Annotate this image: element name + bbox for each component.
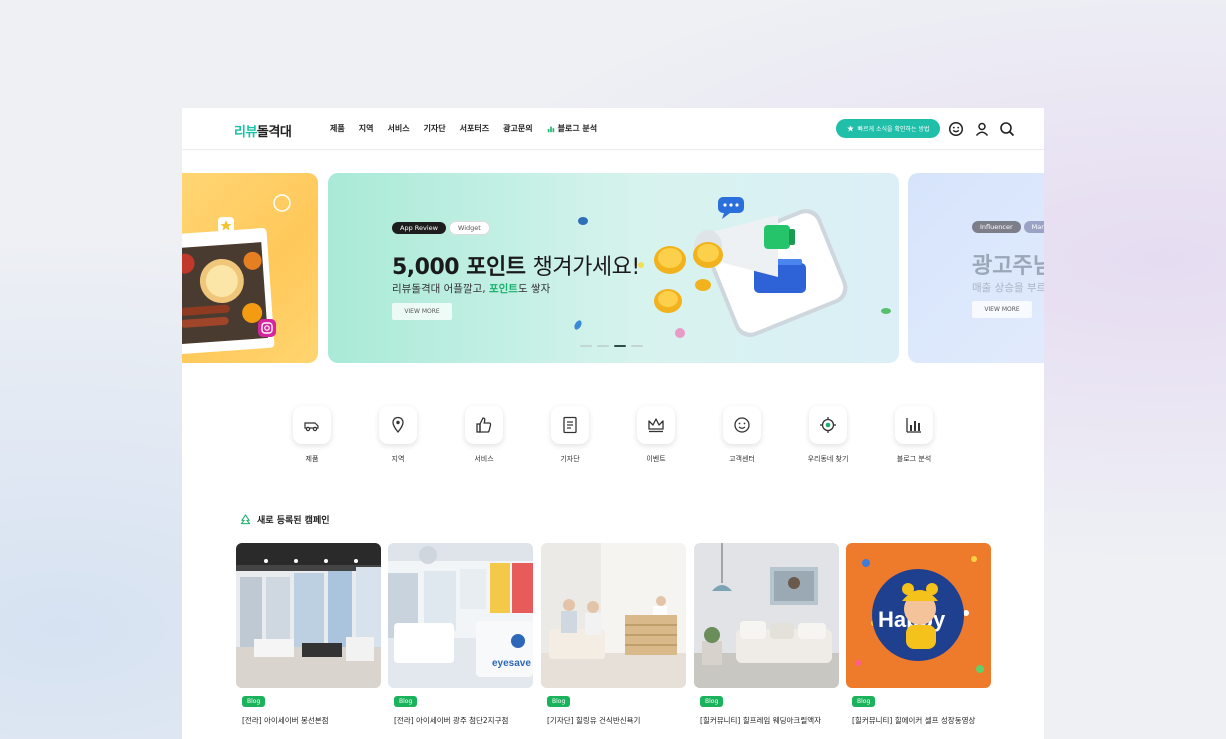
campaign-title: [힐커뮤니티] 힐에이커 셀프 성장동영상	[852, 716, 976, 725]
bar-chart-icon	[547, 126, 554, 132]
bar-chart-icon	[906, 418, 921, 433]
site-header: 리뷰돌격대 제품 지역 서비스 기자단 서포터즈 광고문의 블로그 분석 빠르게…	[182, 108, 1044, 150]
campaign-card[interactable]: Blog [힐커뮤니티] 힐프레임 웨딩아크릴액자	[694, 543, 839, 726]
category-label: 이벤트	[646, 455, 666, 463]
banner-tags: App Review Widget	[392, 215, 493, 235]
campaign-card[interactable]: Blog [전라] 아이세이버 봉선본점	[236, 543, 381, 726]
category-reporter[interactable]: 기자단	[540, 406, 600, 464]
category-service[interactable]: 서비스	[454, 406, 514, 464]
category-label: 블로그 분석	[896, 455, 932, 463]
notice-button-label: 빠르게 소식을 확인하는 방법	[857, 126, 930, 133]
category-label: 지역	[391, 455, 405, 463]
truck-icon	[304, 422, 319, 432]
category-neighborhood[interactable]: 우리동네 찾기	[798, 406, 858, 464]
category-event[interactable]: 이벤트	[626, 406, 686, 464]
crown-icon	[648, 418, 664, 433]
document-icon	[563, 416, 577, 434]
campaign-image: Happy	[846, 543, 991, 688]
campaign-badge: Blog	[242, 696, 266, 707]
banner-next-subtitle: 매출 상승을 부르	[972, 282, 1044, 294]
logo[interactable]: 리뷰돌격대	[234, 121, 292, 140]
section-title-label: 새로 등록된 캠페인	[257, 516, 330, 526]
banner-previous[interactable]	[182, 173, 318, 363]
tag-marketing: Marke	[1023, 221, 1044, 233]
category-support[interactable]: 고객센터	[712, 406, 772, 464]
banner-next-title: 광고주님	[972, 254, 1044, 279]
view-more-button-next[interactable]: VIEW MORE	[972, 301, 1032, 318]
view-more-button[interactable]: VIEW MORE	[392, 303, 452, 320]
category-region[interactable]: 지역	[368, 406, 428, 464]
category-service-box	[465, 406, 503, 444]
category-support-box	[723, 406, 761, 444]
category-region-box	[379, 406, 417, 444]
campaign-title: [전라] 아이세이버 광주 첨단2지구점	[394, 716, 509, 725]
carousel-dot[interactable]	[631, 345, 643, 347]
category-neighborhood-box	[809, 406, 847, 444]
campaign-card[interactable]: Happy Blog [힐커뮤니티] 힐에이커 셀프 성장동영상	[846, 543, 991, 726]
category-blog-analysis-box	[895, 406, 933, 444]
category-label: 제품	[305, 455, 319, 463]
carousel-pagination	[580, 345, 643, 347]
tag-app-review: App Review	[392, 222, 446, 234]
category-event-box	[637, 406, 675, 444]
carousel-dot[interactable]	[597, 345, 609, 347]
campaign-title: [힐커뮤니티] 힐프레임 웨딩아크릴액자	[700, 716, 822, 725]
campaign-image	[541, 543, 686, 688]
section-title: 새로 등록된 캠페인	[240, 513, 330, 526]
category-label: 고객센터	[729, 455, 755, 463]
campaign-title: [전라] 아이세이버 봉선본점	[242, 716, 329, 725]
food-photo-card	[182, 194, 291, 355]
nav-item-ad-inquiry[interactable]: 광고문의	[503, 123, 532, 134]
smile-icon[interactable]	[948, 121, 964, 137]
nav-blog-label: 블로그 분석	[557, 124, 598, 133]
target-icon	[820, 417, 836, 433]
carousel-dot[interactable]	[580, 345, 592, 347]
campaign-card[interactable]: Blog [기자단] 힐링유 건식반신욕기	[541, 543, 686, 726]
main-nav: 제품 지역 서비스 기자단 서포터즈 광고문의 블로그 분석	[330, 123, 597, 134]
category-label: 우리동네 찾기	[807, 455, 849, 463]
campaign-image	[694, 543, 839, 688]
smile-icon	[734, 417, 750, 433]
banner-next-tags: InfluencerMarke	[972, 214, 1044, 233]
banner-next[interactable]: InfluencerMarke 광고주님 매출 상승을 부르 VIEW MORE	[908, 173, 1044, 363]
nav-item-blog-analysis[interactable]: 블로그 분석	[547, 123, 598, 134]
category-blog-analysis[interactable]: 블로그 분석	[884, 406, 944, 464]
nav-item-region[interactable]: 지역	[359, 123, 374, 134]
category-product-box	[293, 406, 331, 444]
notice-button[interactable]: 빠르게 소식을 확인하는 방법	[836, 119, 940, 138]
category-reporter-box	[551, 406, 589, 444]
nav-item-product[interactable]: 제품	[330, 123, 345, 134]
campaign-image	[236, 543, 381, 688]
category-label: 서비스	[474, 455, 494, 463]
nav-item-service[interactable]: 서비스	[387, 123, 409, 134]
nav-item-reporter[interactable]: 기자단	[424, 123, 446, 134]
user-icon[interactable]	[974, 121, 990, 137]
campaign-image: eyesave	[388, 543, 533, 688]
tree-icon	[240, 514, 251, 525]
tag-influencer: Influencer	[972, 221, 1021, 233]
nav-item-supporters[interactable]: 서포터즈	[460, 123, 489, 134]
svg-text:eyesave: eyesave	[492, 658, 531, 669]
page-frame: 리뷰돌격대 제품 지역 서비스 기자단 서포터즈 광고문의 블로그 분석 빠르게…	[182, 108, 1044, 739]
thumbs-up-icon	[476, 417, 492, 433]
star-icon	[846, 125, 854, 132]
carousel-dot-active[interactable]	[614, 345, 626, 347]
banner-main[interactable]: App Review Widget 5,000 포인트 챙겨가세요! 리뷰돌격대 …	[328, 173, 899, 363]
location-pin-icon	[392, 416, 404, 434]
category-label: 기자단	[560, 455, 580, 463]
campaign-badge: Blog	[547, 696, 571, 707]
campaign-badge: Blog	[394, 696, 418, 707]
banner-subtitle: 리뷰돌격대 어플깔고, 포인트도 쌓자	[392, 283, 551, 295]
tag-widget: Widget	[448, 221, 490, 235]
campaign-badge: Blog	[852, 696, 876, 707]
campaign-card[interactable]: eyesave Blog [전라] 아이세이버 광주 첨단2지구점	[388, 543, 533, 726]
campaign-title: [기자단] 힐링유 건식반신욕기	[547, 716, 641, 725]
category-product[interactable]: 제품	[282, 406, 342, 464]
search-icon[interactable]	[999, 121, 1015, 137]
campaign-badge: Blog	[700, 696, 724, 707]
megaphone-phone-illustration	[574, 197, 891, 338]
